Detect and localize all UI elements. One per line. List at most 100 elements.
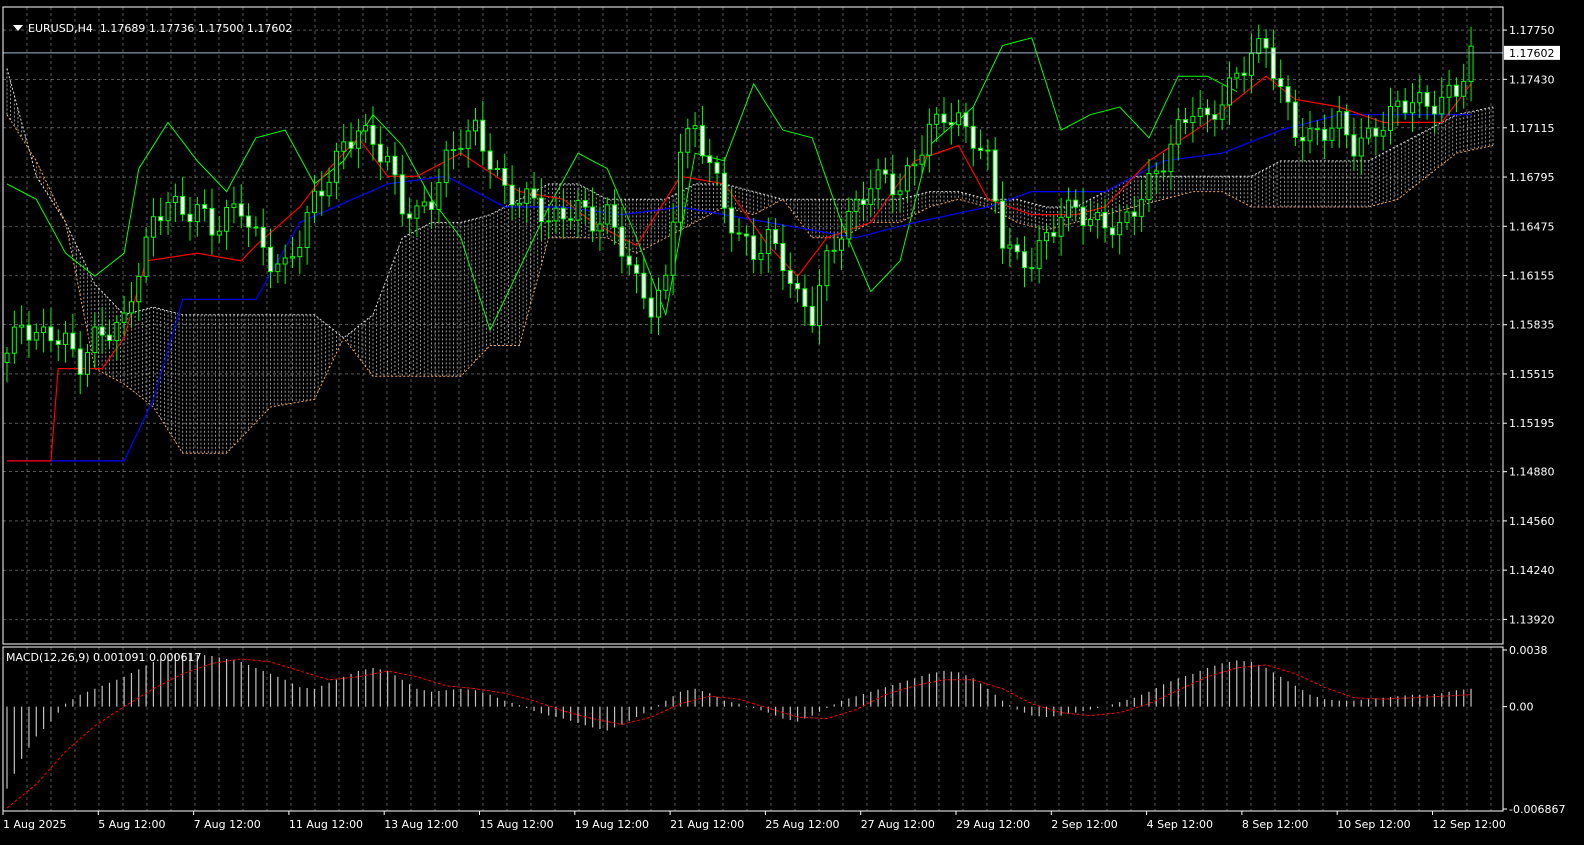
candle-body <box>480 119 486 152</box>
candle-body <box>568 218 574 221</box>
candle-body <box>597 223 603 232</box>
candle-body <box>963 112 969 127</box>
candle-body <box>19 324 25 328</box>
candle-body <box>1278 78 1284 88</box>
candle-body <box>1205 107 1211 116</box>
candle-body <box>1087 219 1093 226</box>
x-tick-label: 4 Sep 12:00 <box>1147 818 1213 831</box>
candle-body <box>1190 115 1196 124</box>
candle-body <box>1065 199 1071 218</box>
price-axis[interactable]: 1.17750 1.17430 1.17115 1.16795 1.16475 1.161… <box>1503 24 1560 626</box>
time-axis[interactable]: 1 Aug 2025 5 Aug 12:00 7 Aug 12:00 11 Aug 1… <box>2 811 1506 831</box>
y-tick-label: 1.17750 <box>1509 24 1555 37</box>
chart-header[interactable]: EURUSD,H4 1.17689 1.17736 1.17500 1.1760… <box>6 9 292 35</box>
candle-body <box>341 141 347 152</box>
x-tick-label: 13 Aug 12:00 <box>384 818 458 831</box>
candle-body <box>494 168 500 171</box>
candle-body <box>363 124 369 132</box>
candle-body <box>1358 137 1364 157</box>
candle-body <box>238 203 244 217</box>
candle-body <box>1058 216 1064 237</box>
candle-body <box>1036 240 1042 269</box>
candle-body <box>612 204 618 228</box>
macd-y-tick-label: 0.00 <box>1509 701 1534 714</box>
candle-body <box>1329 127 1335 141</box>
candle-body <box>538 197 544 223</box>
candle-body <box>1124 211 1130 223</box>
candle-body <box>1285 86 1291 103</box>
candle-body <box>1043 232 1049 242</box>
candle-body <box>319 190 325 197</box>
candle-body <box>77 348 83 375</box>
candle-body <box>1344 111 1350 136</box>
price-chart[interactable]: 1.17750 1.17430 1.17115 1.16795 1.16475 1.161… <box>0 0 1584 845</box>
candle-body <box>275 263 281 273</box>
candle-body <box>1183 119 1189 124</box>
candle-body <box>868 188 874 205</box>
candle-body <box>1219 104 1225 120</box>
candle-body <box>99 326 105 336</box>
candle-body <box>304 212 310 248</box>
candle-body <box>934 113 940 125</box>
candle-body <box>897 190 903 196</box>
candle-body <box>831 249 837 252</box>
candle-body <box>736 232 742 235</box>
candle-body <box>890 173 896 196</box>
x-tick-label: 1 Aug 2025 <box>3 818 66 831</box>
candle-body <box>824 250 830 287</box>
candle-body <box>992 149 998 202</box>
candle-body <box>158 216 164 222</box>
candle-body <box>41 326 47 333</box>
candle-body <box>875 169 881 190</box>
candle-body <box>253 226 259 229</box>
candle-body <box>465 130 471 149</box>
candle-body <box>1102 211 1108 229</box>
candle-body <box>604 204 610 225</box>
candle-body <box>407 213 413 219</box>
y-tick-label: 1.15515 <box>1509 368 1555 381</box>
kijun-sen <box>7 114 1471 462</box>
candle-body <box>370 124 376 145</box>
candle-body <box>1241 72 1247 76</box>
candle-body <box>743 233 749 237</box>
candle-body <box>216 230 222 236</box>
x-tick-label: 10 Sep 12:00 <box>1337 818 1410 831</box>
x-tick-label: 29 Aug 12:00 <box>956 818 1030 831</box>
candle-body <box>1292 101 1298 138</box>
candle-body <box>55 340 61 345</box>
candle-body <box>1014 244 1020 253</box>
candle-body <box>699 125 705 157</box>
candle-body <box>297 246 303 258</box>
candle-body <box>172 195 178 204</box>
candle-body <box>1263 38 1269 49</box>
symbol-label: EURUSD,H4 <box>28 22 93 35</box>
candle-body <box>553 207 559 222</box>
candle-body <box>1161 170 1167 173</box>
dropdown-triangle-icon[interactable] <box>13 25 23 31</box>
candle-body <box>1307 128 1313 142</box>
candle-body <box>677 151 683 223</box>
macd-y-tick-label: 0.0038 <box>1509 644 1548 657</box>
candle-body <box>348 141 354 149</box>
candle-body <box>92 326 98 353</box>
y-tick-label: 1.15835 <box>1509 319 1555 332</box>
candle-body <box>912 163 918 167</box>
candle-body <box>26 324 32 341</box>
candle-body <box>165 202 171 222</box>
candle-body <box>1131 211 1137 217</box>
candle-body <box>128 301 134 314</box>
candle-body <box>392 155 398 176</box>
candle-body <box>1373 127 1379 137</box>
main-grid <box>3 7 1503 644</box>
candle-body <box>641 272 647 299</box>
candle-body <box>136 275 142 303</box>
candle-body <box>472 119 478 132</box>
x-tick-label: 5 Aug 12:00 <box>98 818 165 831</box>
candle-body <box>1139 199 1145 217</box>
candle-body <box>1336 111 1342 129</box>
candle-body <box>714 162 720 174</box>
candle-body <box>1000 200 1006 249</box>
x-tick-label: 19 Aug 12:00 <box>575 818 649 831</box>
candle-body <box>1439 96 1445 115</box>
candle-body <box>1022 251 1028 269</box>
